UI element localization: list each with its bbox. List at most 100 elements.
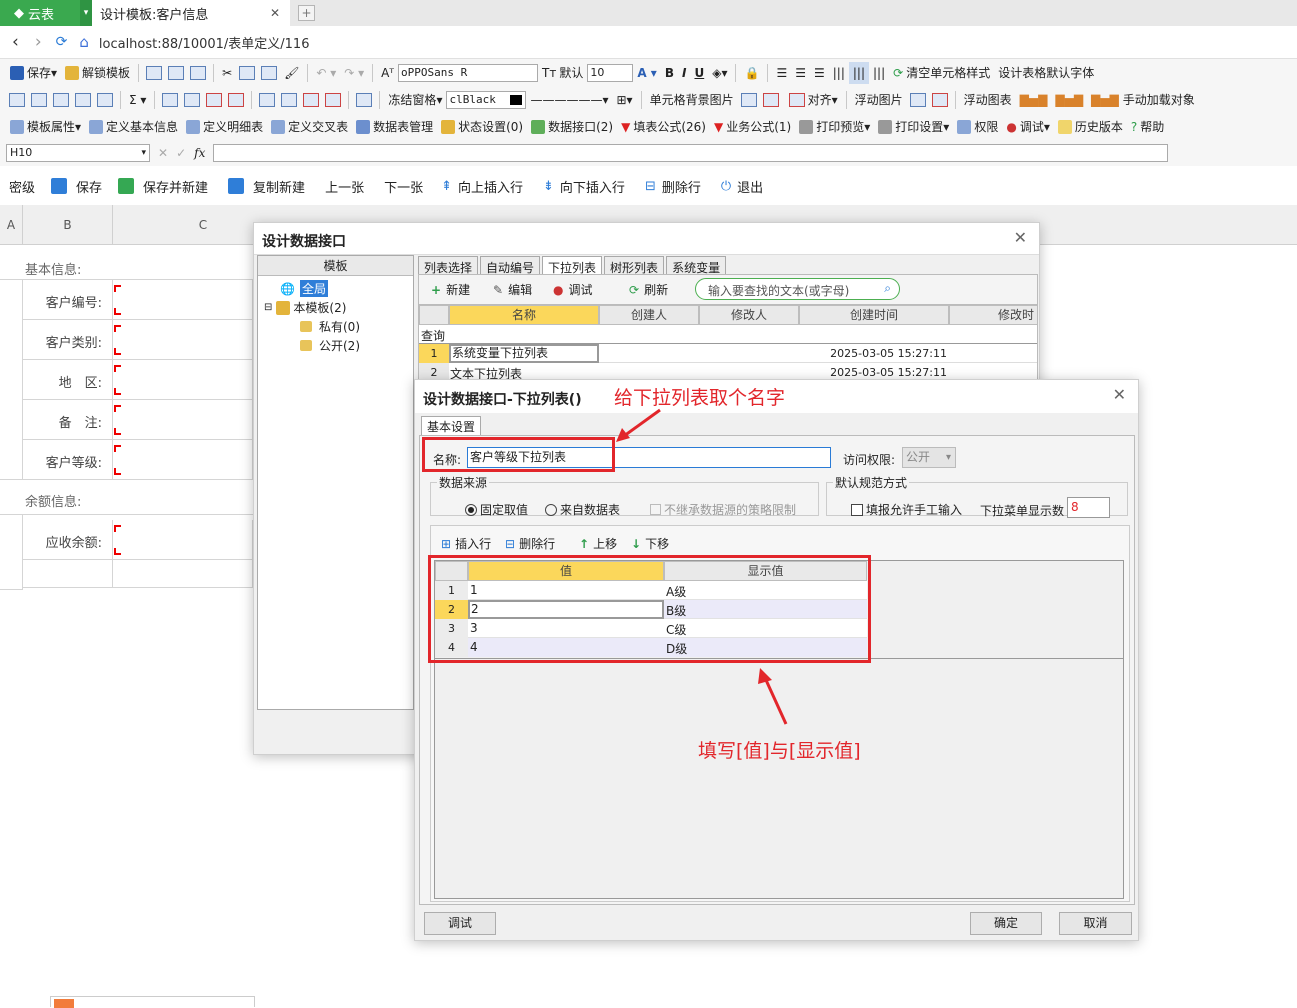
menu-history[interactable]: 历史版本 [1054,116,1127,138]
manual-load-button[interactable]: ▇▅▇ 手动加载对象 [1087,89,1199,111]
default-size-icon[interactable]: Tт 默认 [538,62,587,84]
border-icon[interactable]: ⊞▾ [613,89,637,111]
move-up-button[interactable]: ↑ 上移 [579,535,617,552]
insert-icon-1[interactable] [162,92,179,107]
menu-print-settings[interactable]: 打印设置 ▾ [874,116,953,138]
save-action-button[interactable]: 保存 [51,177,102,196]
query-row[interactable]: 查询 [419,325,1037,344]
menu-debug[interactable]: ● 调试 ▾ [1002,116,1054,138]
percent-icon[interactable] [356,92,373,107]
close-tab-icon[interactable]: ✕ [270,6,280,20]
input-customer-level[interactable] [113,440,253,480]
menu-data-interface[interactable]: 数据接口(2) [527,116,617,138]
insert-down-button[interactable]: ⇟ 向下插入行 [543,177,625,196]
float-del-icon[interactable] [931,92,948,107]
import-icon[interactable] [168,65,185,80]
tree-node-global[interactable]: 🌐 全局 [280,280,328,297]
formula-input[interactable] [213,144,1169,162]
table-row[interactable]: 1 系统变量下拉列表 2025-03-05 15:27:11 [419,344,1037,363]
url-field[interactable]: localhost:88/10001/表单定义/116 [99,33,310,52]
col-header-b[interactable]: B [23,205,113,245]
delete-icon-2[interactable] [228,92,245,107]
freeze-panes-button[interactable]: 冻结窗格 ▾ [384,89,446,111]
no-inherit-checkbox[interactable]: 不继承数据源的策略限制 [650,501,796,518]
merge-icon-2[interactable] [281,92,298,107]
float-image-button[interactable]: 浮动图片 [851,89,907,111]
cancel-formula-icon[interactable]: ✕ [158,146,168,160]
col-modifier[interactable]: 修改人 [699,305,799,325]
menu-template-props[interactable]: 模板属性 ▾ [6,116,85,138]
input-region[interactable] [113,360,253,400]
menu-business-formula[interactable]: ▼ 业务公式(1) [710,116,795,138]
align-right-icon[interactable]: ☰ [810,62,829,84]
insert-icon-2[interactable] [184,92,201,107]
move-down-button[interactable]: ↓ 下移 [631,535,669,552]
close-icon[interactable]: ✕ [1113,385,1126,404]
new-tab-button[interactable]: + [298,5,315,21]
merge-icon-3[interactable] [303,92,320,107]
ok-button[interactable]: 确定 [970,912,1042,935]
cancel-button[interactable]: 取消 [1059,912,1132,935]
merge-icon-1[interactable] [259,92,276,107]
menu-print-preview[interactable]: 打印预览 ▾ [795,116,874,138]
menu-basic-info[interactable]: 定义基本信息 [85,116,182,138]
logo-dropdown[interactable]: ▾ [80,0,92,26]
image-add-icon[interactable] [740,92,757,107]
tree-node-public[interactable]: 公开(2) [300,337,360,354]
exit-button[interactable]: ⏻ 退出 [721,177,763,196]
search-input[interactable]: 输入要查找的文本(或字母) ⌕ [695,278,900,300]
align-button[interactable]: 对齐 ▾ [782,89,842,111]
copy-icon[interactable] [239,65,256,80]
function-icon[interactable]: fx [194,146,205,160]
grid-icon-2[interactable] [31,92,47,107]
fixed-value-radio[interactable]: 固定取值 [465,501,528,518]
export-icon[interactable] [146,65,163,80]
underline-icon[interactable]: U [690,62,708,84]
grid-icon-1[interactable] [9,92,25,107]
sum-icon[interactable]: Σ ▾ [125,89,150,111]
save-new-button[interactable]: 保存并新建 [118,177,208,196]
accept-formula-icon[interactable]: ✓ [176,146,186,160]
prev-button[interactable]: 上一张 [325,177,364,196]
input-remark[interactable] [113,400,253,440]
menu-fill-formula[interactable]: ▼ 填表公式(26) [617,116,710,138]
grid-icon-5[interactable] [97,92,113,107]
float-add-icon[interactable] [909,92,926,107]
input-receivable[interactable] [113,520,253,560]
undo-icon[interactable]: ↶ ▾ [312,62,340,84]
app-logo[interactable]: ◆ 云表 [0,0,80,26]
unlock-template-button[interactable]: 解锁模板 [61,62,134,84]
copy-new-button[interactable]: 复制新建 [228,177,305,196]
grid-icon-4[interactable] [75,92,91,107]
align-center-icon[interactable]: ☰ [791,62,810,84]
font-select[interactable]: oPPOSans R [398,63,538,82]
menu-status[interactable]: 状态设置(0) [437,116,527,138]
bold-icon[interactable]: B [661,62,678,84]
close-icon[interactable]: ✕ [1014,228,1027,247]
next-button[interactable]: 下一张 [384,177,423,196]
refresh-button[interactable]: ⟳ 刷新 [629,281,668,298]
color-select[interactable]: clBlack [446,90,527,109]
font-size-select[interactable]: 10 [587,63,634,82]
barcode3-icon[interactable]: ||| [869,62,889,84]
menu-table-manage[interactable]: 数据表管理 [352,116,437,138]
new-button[interactable]: + 新建 [431,281,470,298]
display-count-input[interactable]: 8 [1067,497,1110,518]
line-style-select[interactable]: ——————▾ [526,89,612,111]
browser-tab[interactable]: 设计模板:客户信息 ✕ [92,0,290,26]
refresh-icon[interactable]: ⟳ [56,34,68,50]
cell-bg-image-button[interactable]: 单元格背景图片 [646,89,738,111]
menu-permission[interactable]: 权限 [953,116,1002,138]
input-customer-type[interactable] [113,320,253,360]
barcode-icon[interactable]: ||| [829,62,849,84]
home-icon[interactable]: ⌂ [79,33,89,51]
access-select[interactable]: 公开 ▾ [902,447,956,468]
align-left-icon[interactable]: ☰ [772,62,791,84]
menu-help[interactable]: ? 帮助 [1127,116,1168,138]
paste-icon[interactable] [261,65,278,80]
debug-button[interactable]: ● 调试 [553,281,593,298]
menu-cross-table[interactable]: 定义交叉表 [267,116,352,138]
chart-icon-2[interactable]: ▇▅▇ [1051,89,1087,111]
template-icon[interactable] [190,65,207,80]
col-name[interactable]: 名称 [449,305,599,325]
